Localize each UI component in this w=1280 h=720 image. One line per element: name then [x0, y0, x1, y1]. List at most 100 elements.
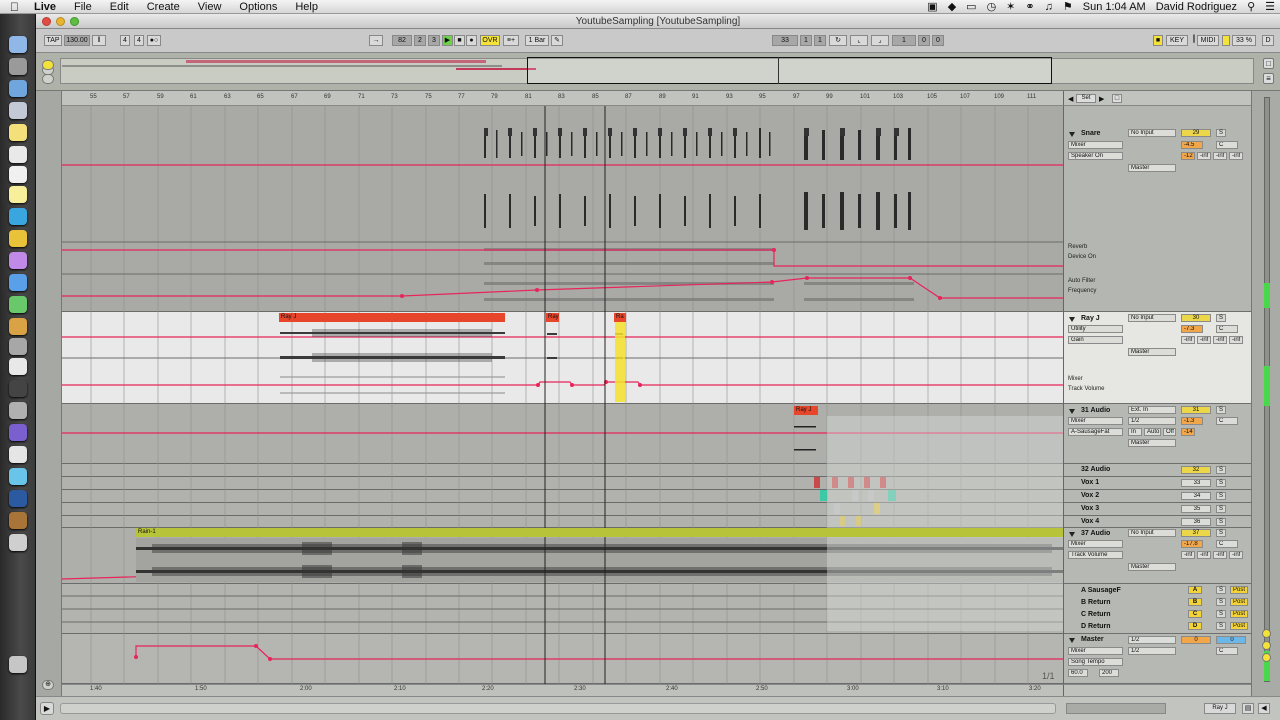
- post-button[interactable]: Post: [1230, 586, 1248, 594]
- track-name[interactable]: Snare: [1081, 130, 1100, 137]
- solo-button[interactable]: S: [1216, 610, 1226, 618]
- messages-icon[interactable]: [9, 296, 27, 313]
- solo-button[interactable]: S: [1216, 479, 1226, 487]
- wifi-icon[interactable]: ⚭: [1020, 0, 1039, 13]
- volume-icon[interactable]: ♫: [1040, 1, 1058, 13]
- prev-locator-icon[interactable]: ◀: [1068, 95, 1073, 103]
- track-name[interactable]: Vox 3: [1081, 505, 1099, 512]
- output-menu[interactable]: Master: [1128, 348, 1176, 356]
- solo-button[interactable]: S: [1216, 492, 1226, 500]
- draw-mode-icon[interactable]: ✎: [551, 35, 563, 46]
- input-type-menu[interactable]: Ext. In: [1128, 406, 1176, 414]
- music-icon[interactable]: [9, 358, 27, 375]
- return-name[interactable]: C Return: [1081, 611, 1111, 618]
- menu-view[interactable]: View: [189, 0, 231, 14]
- master-volume-field[interactable]: 0: [1216, 636, 1246, 644]
- parameter-chooser[interactable]: Speaker On: [1068, 152, 1123, 160]
- solo-button[interactable]: S: [1216, 518, 1226, 526]
- track-name[interactable]: 31 Audio: [1081, 407, 1110, 414]
- apple-menu-icon[interactable]: : [0, 0, 25, 14]
- solo-button[interactable]: S: [1216, 406, 1226, 414]
- quantize-menu[interactable]: 1 Bar: [525, 35, 549, 46]
- solo-button[interactable]: S: [1216, 129, 1226, 137]
- next-locator-icon[interactable]: ▶: [1099, 95, 1104, 103]
- notifications-icon[interactable]: ☰: [1260, 0, 1280, 13]
- fold-icon[interactable]: [1069, 638, 1075, 643]
- menu-app-name[interactable]: Live: [25, 0, 65, 14]
- clip-rayj-short-2[interactable]: Ra: [614, 313, 626, 322]
- track-name[interactable]: 37 Audio: [1081, 530, 1110, 537]
- notes-icon-2[interactable]: [9, 446, 27, 463]
- loop-length-bar-field[interactable]: 1: [892, 35, 916, 46]
- flag-icon[interactable]: ⚑: [1058, 0, 1078, 13]
- clip-rain[interactable]: Rain-1: [136, 528, 1063, 537]
- master-out-menu[interactable]: 1/2: [1128, 647, 1176, 655]
- pan-field[interactable]: C: [1216, 417, 1238, 425]
- loop-start-sixteenth-field[interactable]: 1: [814, 35, 826, 46]
- time-sig-denominator[interactable]: 4: [134, 35, 144, 46]
- nudge-icon[interactable]: ‖: [92, 35, 106, 46]
- parameter-chooser[interactable]: Song Tempo: [1068, 658, 1123, 666]
- calendar-icon[interactable]: [9, 146, 27, 163]
- follow-icon[interactable]: →: [369, 35, 383, 46]
- track-activator[interactable]: 31: [1181, 406, 1211, 414]
- track-header-master[interactable]: Master 1/2 0 0 Mixer 1/2 C Song Tempo 60…: [1064, 634, 1251, 684]
- return-name[interactable]: A SausageF: [1081, 587, 1121, 594]
- fold-icon[interactable]: [1069, 317, 1075, 322]
- tempo-field[interactable]: 130.00: [64, 35, 90, 46]
- chrome-icon[interactable]: [9, 230, 27, 247]
- cue-out-menu[interactable]: 1/2: [1128, 636, 1176, 644]
- show-overview-icon[interactable]: □: [1263, 58, 1274, 69]
- overdub-button[interactable]: OVR: [480, 35, 500, 46]
- clip-31-audio-rayj[interactable]: Ray J: [794, 406, 818, 415]
- textedit-icon[interactable]: [9, 166, 27, 183]
- arrangement-overview[interactable]: □ ≡: [36, 53, 1280, 91]
- monitor-in-button[interactable]: In: [1128, 428, 1142, 436]
- set-locator-button[interactable]: Set: [1076, 94, 1096, 103]
- tap-tempo-button[interactable]: TAP: [44, 35, 62, 46]
- fold-icon[interactable]: [1069, 532, 1075, 537]
- track-activator[interactable]: 29: [1181, 129, 1211, 137]
- maps-icon[interactable]: [9, 534, 27, 551]
- time-ruler[interactable]: 1:40 1:50 2:00 2:10 2:20 2:30 2:40 2:50 …: [62, 684, 1063, 696]
- device-chooser[interactable]: Mixer: [1068, 540, 1123, 548]
- menu-edit[interactable]: Edit: [101, 0, 138, 14]
- clip-view-icon[interactable]: ▤: [1242, 703, 1254, 714]
- minimize-window-icon[interactable]: [56, 17, 65, 26]
- menu-user[interactable]: David Rodriguez: [1151, 1, 1242, 13]
- volume-field[interactable]: -1.3: [1181, 417, 1203, 425]
- solo-button[interactable]: S: [1216, 598, 1226, 606]
- track-header-vox2[interactable]: Vox 2 34 S: [1064, 490, 1251, 503]
- loop-start-beat-field[interactable]: 1: [800, 35, 812, 46]
- zoom-fit-icon[interactable]: ⊕: [42, 680, 54, 690]
- beat-time-ruler[interactable]: 55 57 59 61 63 65 67 69 71 73 75 77 79 8…: [62, 91, 1063, 106]
- notes-icon[interactable]: [9, 124, 27, 141]
- loop-start-bar-field[interactable]: 33: [772, 35, 798, 46]
- output-menu[interactable]: Master: [1128, 563, 1176, 571]
- track-activator[interactable]: 35: [1181, 505, 1211, 513]
- track-header-rayj[interactable]: Ray J No Input 30 S Utility -7.3 C Gain …: [1064, 312, 1251, 404]
- ableton-icon[interactable]: [9, 380, 27, 397]
- track-name[interactable]: Vox 2: [1081, 492, 1099, 499]
- post-button[interactable]: Post: [1230, 622, 1248, 630]
- device-chooser[interactable]: Mixer: [1068, 417, 1123, 425]
- return-activator[interactable]: D: [1188, 622, 1202, 630]
- punch-out-icon[interactable]: ⌟: [871, 35, 889, 46]
- position-sixteenth-field[interactable]: 3: [428, 35, 440, 46]
- delete-locator-icon[interactable]: □: [1112, 94, 1122, 103]
- input-type-menu[interactable]: No Input: [1128, 314, 1176, 322]
- return-activator[interactable]: B: [1188, 598, 1202, 606]
- itunes-store-icon[interactable]: [9, 424, 27, 441]
- monitor-auto-button[interactable]: Auto: [1144, 428, 1161, 436]
- shield-icon[interactable]: ◆: [943, 0, 961, 13]
- device-chooser[interactable]: Mixer: [1068, 647, 1123, 655]
- track-activator[interactable]: 32: [1181, 466, 1211, 474]
- browser-toggle-icon[interactable]: [42, 60, 54, 70]
- collapse-detail-icon[interactable]: ◀: [1258, 703, 1270, 714]
- solo-button[interactable]: S: [1216, 529, 1226, 537]
- metronome-icon[interactable]: ●○: [147, 35, 161, 46]
- punch-in-icon[interactable]: ⌞: [850, 35, 868, 46]
- collapse-toggle-icon[interactable]: [42, 74, 54, 84]
- track-activator[interactable]: 37: [1181, 529, 1211, 537]
- loop-length-beat-field[interactable]: 0: [918, 35, 930, 46]
